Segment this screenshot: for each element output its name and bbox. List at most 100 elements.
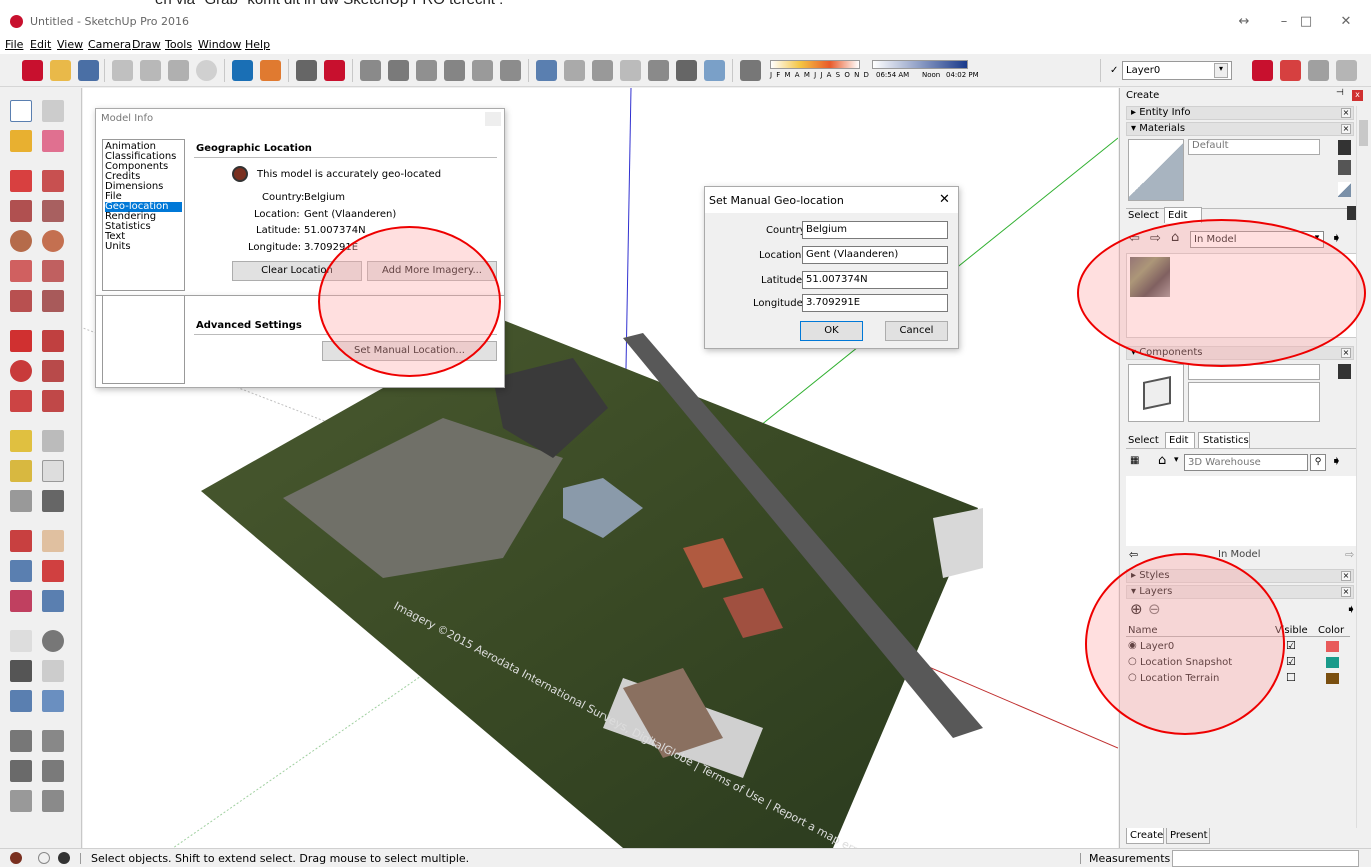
- scale-icon[interactable]: [10, 390, 32, 412]
- protractor-icon[interactable]: [10, 460, 32, 482]
- hidden-line-icon[interactable]: [620, 60, 641, 81]
- components-forward-icon[interactable]: ⇨: [1345, 548, 1354, 561]
- layer-col-color[interactable]: Color: [1318, 625, 1344, 636]
- zoom-extents-icon[interactable]: [10, 590, 32, 612]
- tray-pin-icon[interactable]: ⊣: [1336, 88, 1344, 98]
- default-material-icon[interactable]: [1338, 182, 1351, 197]
- paint-bucket-icon[interactable]: [10, 130, 32, 152]
- print-icon[interactable]: [296, 60, 317, 81]
- shaded-textures-icon[interactable]: [676, 60, 697, 81]
- freehand-icon[interactable]: [42, 170, 64, 192]
- menu-tools[interactable]: Tools: [165, 38, 192, 51]
- text-tool-icon[interactable]: [42, 460, 64, 482]
- copy-icon[interactable]: [140, 60, 161, 81]
- line-tool-icon[interactable]: [10, 170, 32, 192]
- arc-icon[interactable]: [10, 260, 32, 282]
- ok-button[interactable]: OK: [800, 321, 863, 341]
- select-tool-icon[interactable]: [10, 100, 32, 122]
- country-field[interactable]: Belgium: [802, 221, 948, 239]
- offset-icon[interactable]: [42, 390, 64, 412]
- layers-close-icon[interactable]: ×: [1341, 587, 1351, 597]
- push-pull-icon[interactable]: [42, 330, 64, 352]
- layer-visible-checkbox[interactable]: ☑: [1286, 639, 1296, 652]
- material-name-field[interactable]: Default: [1188, 139, 1320, 155]
- rectangle-icon[interactable]: [10, 200, 32, 222]
- search-icon[interactable]: ⚲: [1310, 454, 1326, 471]
- sample-paint-icon[interactable]: [1338, 160, 1351, 175]
- view-options-icon[interactable]: ▦: [1130, 455, 1139, 466]
- solid-union-icon[interactable]: [10, 790, 32, 812]
- follow-me-icon[interactable]: [42, 360, 64, 382]
- menu-edit[interactable]: Edit: [30, 38, 51, 51]
- polygon-icon[interactable]: [42, 230, 64, 252]
- tray-create-tab[interactable]: Create: [1130, 830, 1163, 841]
- layer-visible-checkbox[interactable]: ☑: [1286, 655, 1296, 668]
- location-field[interactable]: Gent (Vlaanderen): [802, 246, 948, 264]
- components-close-icon[interactable]: ×: [1341, 348, 1351, 358]
- cat-units[interactable]: Units: [105, 242, 131, 252]
- back-view-icon[interactable]: [472, 60, 493, 81]
- eraser-icon[interactable]: [42, 130, 64, 152]
- geo-dialog-close-button[interactable]: ✕: [939, 192, 950, 207]
- warehouse-search-input[interactable]: 3D Warehouse: [1184, 454, 1308, 471]
- components-select-tab[interactable]: Select: [1128, 435, 1159, 446]
- time-slider[interactable]: [872, 60, 968, 69]
- undo-icon[interactable]: [232, 60, 253, 81]
- look-around-icon[interactable]: [42, 630, 64, 652]
- tray-present-tab[interactable]: Present: [1170, 830, 1208, 841]
- dimension-icon[interactable]: [42, 430, 64, 452]
- latitude-field[interactable]: 51.007374N: [802, 271, 948, 289]
- menu-window[interactable]: Window: [198, 38, 241, 51]
- zoom-window-icon[interactable]: [42, 560, 64, 582]
- 3d-text-icon[interactable]: [42, 490, 64, 512]
- close-button[interactable]: ✕: [1323, 8, 1369, 36]
- longitude-field[interactable]: 3.709291E: [802, 294, 948, 312]
- previous-view-icon[interactable]: [42, 590, 64, 612]
- new-model-icon[interactable]: [22, 60, 43, 81]
- entity-info-close-icon[interactable]: ×: [1341, 108, 1351, 118]
- add-location-icon[interactable]: [10, 730, 32, 752]
- share-model-icon[interactable]: [1280, 60, 1301, 81]
- shadows-toggle-icon[interactable]: [740, 60, 761, 81]
- materials-edit-tab[interactable]: Edit: [1168, 210, 1187, 221]
- layer-visible-checkbox[interactable]: ☐: [1286, 671, 1296, 684]
- pie-icon[interactable]: [42, 290, 64, 312]
- erase-icon[interactable]: [196, 60, 217, 81]
- front-view-icon[interactable]: [416, 60, 437, 81]
- user-icon[interactable]: [58, 852, 70, 864]
- details-arrow-icon[interactable]: ➧: [1331, 231, 1342, 246]
- components-home-icon[interactable]: ⌂: [1158, 453, 1166, 468]
- three-point-arc-icon[interactable]: [10, 290, 32, 312]
- menu-help[interactable]: Help: [245, 38, 270, 51]
- cut-icon[interactable]: [112, 60, 133, 81]
- tray-close-button[interactable]: x: [1352, 90, 1363, 101]
- iso-view-icon[interactable]: [360, 60, 381, 81]
- paste-icon[interactable]: [168, 60, 189, 81]
- left-view-icon[interactable]: [500, 60, 521, 81]
- top-view-icon[interactable]: [388, 60, 409, 81]
- materials-close-icon[interactable]: ×: [1341, 124, 1351, 134]
- material-swatch[interactable]: [1128, 139, 1184, 201]
- solid-intersect-icon[interactable]: [42, 790, 64, 812]
- wireframe-icon[interactable]: [592, 60, 613, 81]
- materials-select-tab[interactable]: Select: [1128, 210, 1159, 221]
- get-models-icon[interactable]: [1308, 60, 1329, 81]
- rotated-rectangle-icon[interactable]: [42, 200, 64, 222]
- credits-icon[interactable]: [38, 852, 50, 864]
- components-details-arrow-icon[interactable]: ➧: [1331, 454, 1342, 469]
- menu-draw[interactable]: Draw: [132, 38, 161, 51]
- circle-icon[interactable]: [10, 230, 32, 252]
- xray-icon[interactable]: [536, 60, 557, 81]
- share-component-icon[interactable]: [1336, 60, 1357, 81]
- tray-scrollbar[interactable]: [1356, 106, 1370, 828]
- zoom-icon[interactable]: [10, 560, 32, 582]
- components-edit-tab[interactable]: Edit: [1169, 435, 1188, 446]
- shaded-icon[interactable]: [648, 60, 669, 81]
- orbit-icon[interactable]: [10, 530, 32, 552]
- rotate-icon[interactable]: [10, 360, 32, 382]
- component-description-field[interactable]: [1188, 382, 1320, 422]
- menu-view[interactable]: View: [57, 38, 83, 51]
- resize-icon[interactable]: ↔: [1221, 8, 1267, 36]
- open-folder-icon[interactable]: [50, 60, 71, 81]
- geo-location-status-icon[interactable]: [10, 852, 22, 864]
